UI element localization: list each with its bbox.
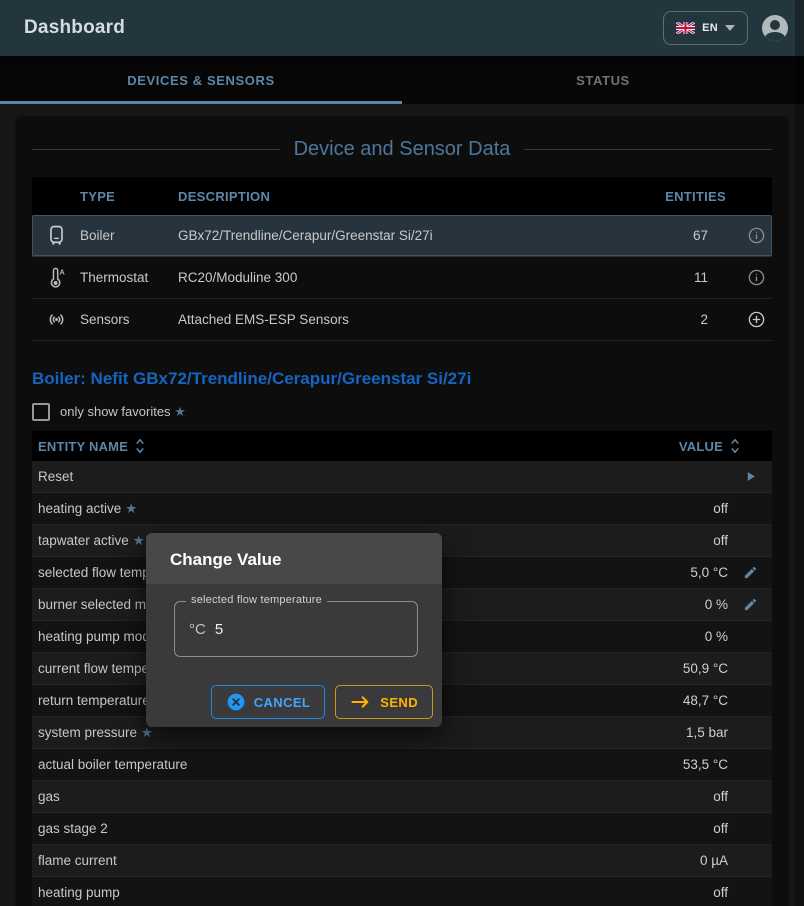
scrollbar[interactable] bbox=[795, 0, 804, 906]
device-table-row[interactable]: A Thermostat RC20/Moduline 300 11 bbox=[32, 257, 772, 299]
entity-name: system pressure bbox=[38, 725, 137, 740]
dashboard-page: Dashboard EN DEVICES & SENSORS STATUS De… bbox=[0, 0, 804, 906]
entity-row[interactable]: heating active ★ off bbox=[32, 493, 772, 525]
value-input[interactable] bbox=[215, 621, 315, 638]
language-selector[interactable]: EN bbox=[663, 11, 748, 45]
device-table-row[interactable]: A Boiler GBx72/Trendline/Cerapur/Greenst… bbox=[32, 215, 772, 257]
device-type: Boiler bbox=[80, 228, 178, 243]
info-icon[interactable] bbox=[747, 226, 766, 245]
favorite-star-icon: ★ bbox=[133, 533, 145, 548]
entity-name: heating active bbox=[38, 501, 121, 516]
entity-value: 0 % bbox=[598, 629, 728, 644]
sort-icon bbox=[133, 438, 147, 454]
tab-bar: DEVICES & SENSORS STATUS bbox=[0, 56, 804, 104]
account-icon[interactable] bbox=[762, 15, 788, 41]
device-description: GBx72/Trendline/Cerapur/Greenstar Si/27i bbox=[178, 228, 632, 243]
entity-row[interactable]: heating pump ★ off bbox=[32, 877, 772, 906]
entity-value: off bbox=[598, 789, 728, 804]
entity-row[interactable]: gas stage 2 ★ off bbox=[32, 813, 772, 845]
sort-icon bbox=[728, 438, 742, 454]
device-entities-count: 11 bbox=[632, 270, 728, 285]
entity-value: 1,5 bar bbox=[598, 725, 728, 740]
entity-value: off bbox=[598, 821, 728, 836]
entity-value: 53,5 °C bbox=[598, 757, 728, 772]
entity-name: actual boiler temperature bbox=[38, 757, 187, 772]
entity-value: 0 % bbox=[598, 597, 728, 612]
device-type: Sensors bbox=[80, 312, 178, 327]
send-button[interactable]: SEND bbox=[335, 685, 433, 719]
language-code: EN bbox=[702, 22, 718, 34]
entity-name: gas stage 2 bbox=[38, 821, 108, 836]
col-type: TYPE bbox=[80, 189, 178, 204]
tab-status[interactable]: STATUS bbox=[402, 56, 804, 104]
favorites-filter: only show favorites ★ bbox=[32, 403, 772, 421]
device-entities-count: 2 bbox=[632, 312, 728, 327]
entity-value: off bbox=[598, 885, 728, 900]
edit-pencil-icon[interactable] bbox=[743, 565, 758, 580]
col-entities: ENTITIES bbox=[632, 189, 728, 204]
entity-name: return temperature bbox=[38, 693, 150, 708]
add-circle-icon[interactable] bbox=[747, 310, 766, 329]
info-icon[interactable] bbox=[747, 268, 766, 287]
sort-value[interactable]: VALUE bbox=[679, 438, 742, 454]
value-field-label: selected flow temperature bbox=[186, 594, 327, 606]
device-type: Thermostat bbox=[80, 270, 178, 285]
entity-row[interactable]: flame current ★ 0 µA bbox=[32, 845, 772, 877]
entity-value: off bbox=[598, 533, 728, 548]
entity-name: Reset bbox=[38, 469, 73, 484]
tab-devices-sensors[interactable]: DEVICES & SENSORS bbox=[0, 56, 402, 104]
device-entities-count: 67 bbox=[632, 228, 728, 243]
entity-value: 50,9 °C bbox=[598, 661, 728, 676]
thermostat-auto-icon: A bbox=[46, 267, 66, 289]
chevron-down-icon bbox=[725, 25, 735, 31]
device-table-row[interactable]: A Sensors Attached EMS-ESP Sensors 2 bbox=[32, 299, 772, 341]
entity-value: 0 µA bbox=[598, 853, 728, 868]
entity-table-header: ENTITY NAME VALUE bbox=[32, 431, 772, 461]
unit-adornment: °C bbox=[189, 621, 206, 638]
favorite-star-icon: ★ bbox=[125, 501, 137, 516]
play-icon[interactable] bbox=[744, 470, 757, 483]
content-panel: Device and Sensor Data TYPE DESCRIPTION … bbox=[16, 116, 788, 906]
entity-value: off bbox=[598, 501, 728, 516]
entity-value: 5,0 °C bbox=[598, 565, 728, 580]
entity-row[interactable]: Reset ★ bbox=[32, 461, 772, 493]
entity-row[interactable]: actual boiler temperature ★ 53,5 °C bbox=[32, 749, 772, 781]
device-description: RC20/Moduline 300 bbox=[178, 270, 632, 285]
device-table: TYPE DESCRIPTION ENTITIES A Boiler GBx72… bbox=[32, 177, 772, 341]
entity-row[interactable]: gas ★ off bbox=[32, 781, 772, 813]
sort-entity-name[interactable]: ENTITY NAME bbox=[38, 438, 147, 454]
sensors-icon bbox=[46, 309, 67, 330]
app-bar: Dashboard EN bbox=[0, 0, 804, 56]
uk-flag-icon bbox=[676, 22, 695, 34]
favorites-checkbox[interactable] bbox=[32, 403, 50, 421]
dialog-title: Change Value bbox=[170, 550, 281, 569]
entity-name: heating pump bbox=[38, 885, 120, 900]
page-title: Dashboard bbox=[24, 17, 663, 39]
boiler-icon bbox=[47, 225, 66, 247]
change-value-dialog: Change Value selected flow temperature °… bbox=[146, 533, 442, 727]
section-title: Device and Sensor Data bbox=[32, 138, 772, 161]
col-description: DESCRIPTION bbox=[178, 189, 632, 204]
edit-pencil-icon[interactable] bbox=[743, 597, 758, 612]
star-icon: ★ bbox=[174, 404, 186, 419]
boiler-heading: Boiler: Nefit GBx72/Trendline/Cerapur/Gr… bbox=[32, 369, 772, 389]
entity-value: 48,7 °C bbox=[598, 693, 728, 708]
entity-name: tapwater active bbox=[38, 533, 129, 548]
svg-text:A: A bbox=[59, 267, 65, 276]
send-arrow-icon bbox=[350, 694, 372, 710]
device-description: Attached EMS-ESP Sensors bbox=[178, 312, 632, 327]
favorites-label: only show favorites bbox=[60, 404, 171, 419]
entity-name: flame current bbox=[38, 853, 117, 868]
cancel-circle-x-icon bbox=[226, 692, 246, 712]
cancel-button[interactable]: CANCEL bbox=[211, 685, 326, 719]
value-field: selected flow temperature °C bbox=[174, 601, 418, 657]
entity-name: gas bbox=[38, 789, 60, 804]
device-table-header: TYPE DESCRIPTION ENTITIES bbox=[32, 177, 772, 215]
